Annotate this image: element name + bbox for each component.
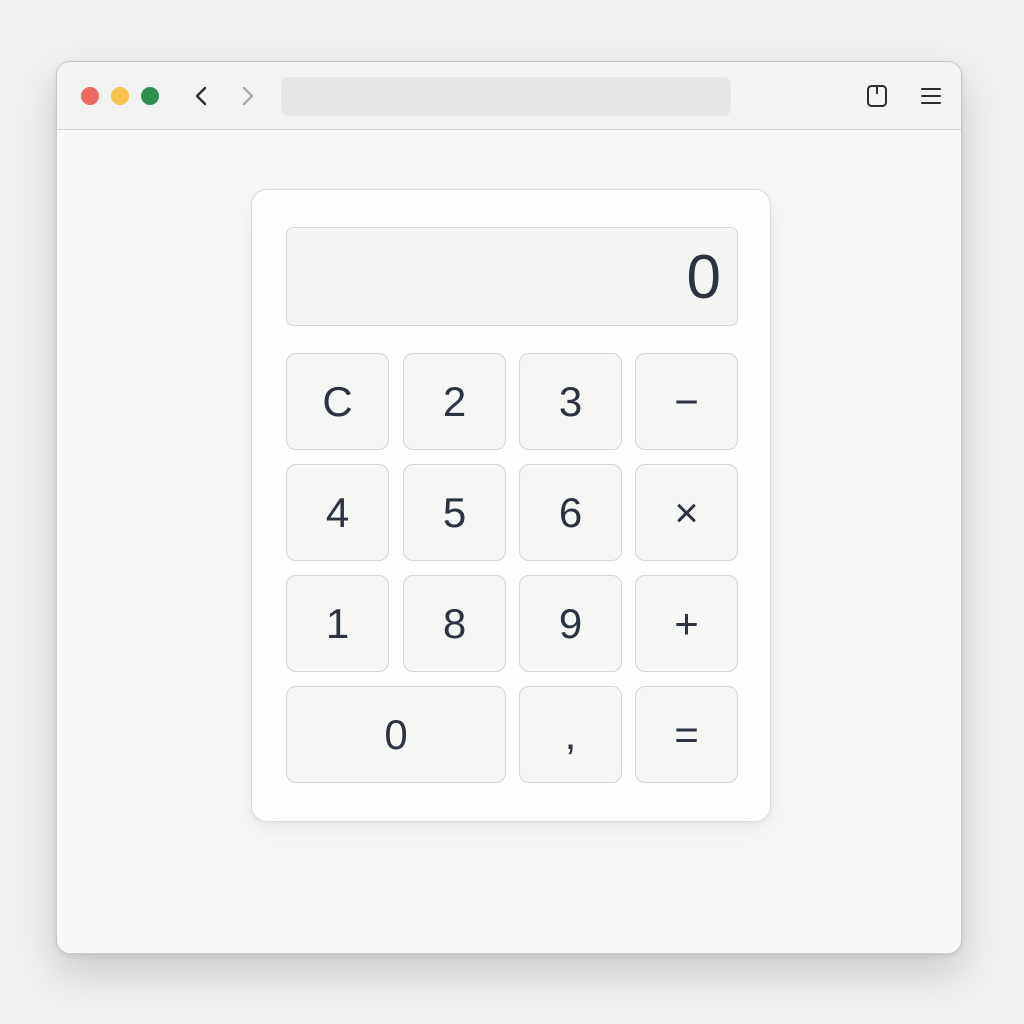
browser-toolbar (57, 62, 961, 130)
digit-3-button[interactable]: 3 (519, 353, 622, 450)
menu-button[interactable] (918, 83, 944, 109)
digit-4-button[interactable]: 4 (286, 464, 389, 561)
address-bar[interactable] (281, 77, 731, 116)
digit-9-button[interactable]: 9 (519, 575, 622, 672)
chevron-right-icon (242, 86, 254, 106)
subtract-button[interactable]: − (635, 353, 738, 450)
digit-5-button[interactable]: 5 (403, 464, 506, 561)
decimal-button[interactable]: , (519, 686, 622, 783)
hamburger-menu-icon (921, 88, 941, 104)
close-window-button[interactable] (81, 87, 99, 105)
equals-button[interactable]: = (635, 686, 738, 783)
zoom-window-button[interactable] (141, 87, 159, 105)
digit-2-button[interactable]: 2 (403, 353, 506, 450)
digit-6-button[interactable]: 6 (519, 464, 622, 561)
chevron-left-icon (195, 86, 207, 106)
multiply-button[interactable]: × (635, 464, 738, 561)
calculator: 0 C 2 3 − 4 5 6 × 1 8 9 + 0 , = (251, 189, 771, 822)
back-button[interactable] (188, 82, 216, 110)
browser-window: 0 C 2 3 − 4 5 6 × 1 8 9 + 0 , = (56, 61, 962, 954)
forward-button[interactable] (233, 82, 261, 110)
digit-0-button[interactable]: 0 (286, 686, 506, 783)
add-button[interactable]: + (635, 575, 738, 672)
extension-button[interactable] (864, 83, 890, 109)
calculator-display: 0 (286, 227, 738, 326)
minimize-window-button[interactable] (111, 87, 129, 105)
extension-icon (867, 85, 887, 107)
digit-8-button[interactable]: 8 (403, 575, 506, 672)
clear-button[interactable]: C (286, 353, 389, 450)
digit-1-button[interactable]: 1 (286, 575, 389, 672)
